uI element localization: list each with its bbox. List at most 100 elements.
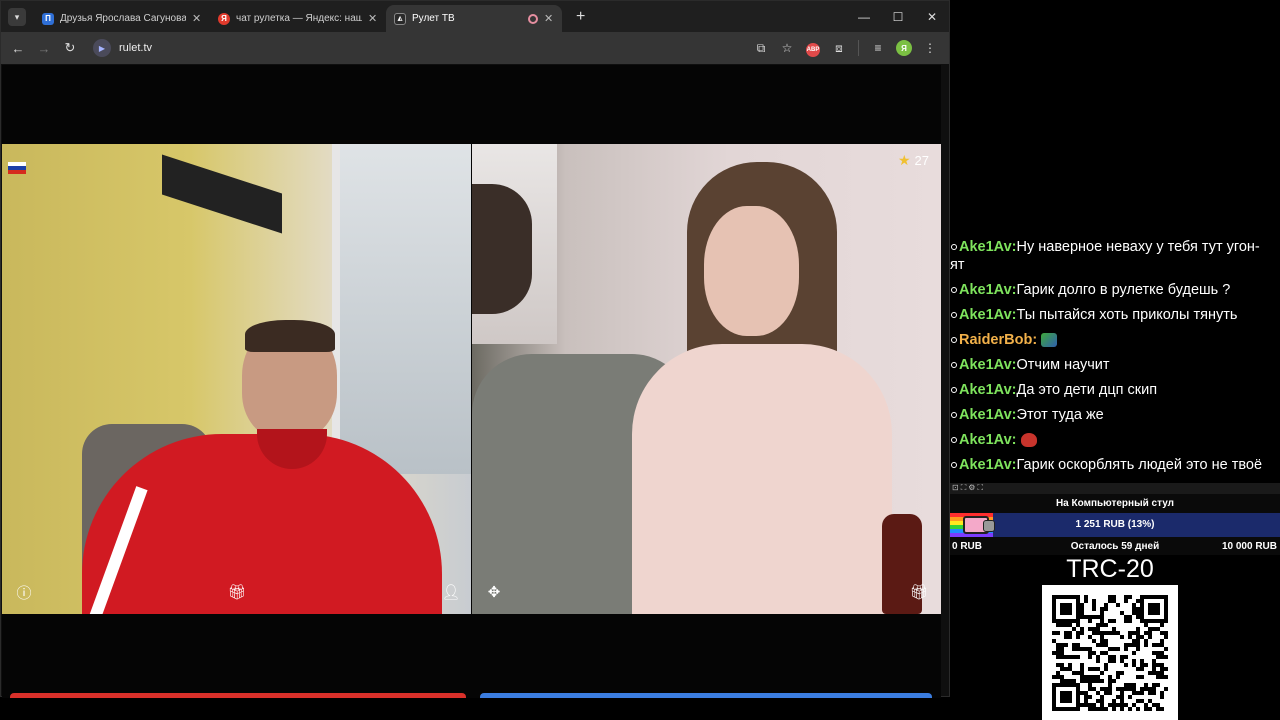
donation-goal-widget: ⊡⛶⚙⛶ На Компьютерный стул 1 251 RUB (13%… (950, 483, 1280, 555)
url-text: rulet.tv (119, 42, 153, 54)
close-tab-icon[interactable]: ✕ (368, 12, 378, 25)
chat-username: Ake1Av (959, 239, 1012, 255)
browser-window: ▾ П Друзья Ярослава Сагунова – З ✕ Я чат… (0, 0, 950, 698)
chat-message: Ake1Av:Гарик долго в рулетке будешь ? (950, 281, 1280, 299)
tab-title: чат рулетка — Яндекс: нашлос (236, 13, 362, 24)
wall-shelf (162, 154, 282, 234)
chat-username: Ake1Av (959, 357, 1012, 373)
rating-count: 27 (914, 153, 929, 168)
tab-favicon: Я (218, 12, 230, 25)
red-emote-icon (1020, 433, 1037, 448)
profile-icon[interactable]: 👤︎ (439, 580, 463, 604)
girl-cardigan (632, 344, 892, 614)
chat-username: Ake1Av (959, 457, 1012, 473)
chat-text: Да это дети дцп скип (1016, 382, 1158, 398)
tab-title: Рулет ТВ (412, 13, 455, 24)
bullet-icon (951, 244, 957, 250)
next-button[interactable] (480, 693, 932, 698)
reload-icon[interactable]: ↻ (57, 40, 83, 56)
stop-button[interactable] (10, 693, 466, 698)
window-frame (332, 144, 471, 474)
person-hair (245, 320, 335, 352)
goal-max: 10 000 RUB (1221, 541, 1277, 552)
qr-code-graphic (1052, 595, 1168, 711)
bullet-icon (951, 362, 957, 368)
chat-username: Ake1Av (959, 382, 1012, 398)
window-controls: — ☐ ✕ (847, 1, 949, 32)
tab-strip: ▾ П Друзья Ярослава Сагунова – З ✕ Я чат… (1, 1, 949, 32)
tab-favicon: ◭ (394, 12, 406, 25)
chat-text: Этот туда же (1016, 407, 1104, 423)
goal-title: На Компьютерный стул (1055, 498, 1175, 509)
chat-text: Ты пытайся хоть приколы тянуть (1016, 307, 1238, 323)
chat-username: Ake1Av (959, 407, 1012, 423)
chat-username: Ake1Av (959, 282, 1012, 298)
chat-text: Гарик долго в рулетке будешь ? (1016, 282, 1231, 298)
goal-amount: 1 251 RUB (13%) (1075, 519, 1155, 530)
recording-icon (528, 13, 538, 24)
site-info-icon[interactable]: ▶ (93, 39, 111, 57)
bullet-icon (951, 462, 957, 468)
close-window-icon[interactable]: ✕ (915, 10, 949, 24)
address-bar[interactable]: ▶ rulet.tv (89, 36, 609, 60)
back-icon[interactable]: ← (5, 41, 31, 56)
gift-icon[interactable]: 🎁︎ (225, 580, 249, 604)
bullet-icon (951, 437, 957, 443)
tab-title: Друзья Ярослава Сагунова – З (60, 13, 186, 24)
chat-message: Ake1Av: (950, 431, 1280, 449)
bullet-icon (951, 287, 957, 293)
green-emote-icon (1041, 333, 1058, 348)
star-icon: ★ (897, 152, 911, 168)
chat-message: Ake1Av:Этот туда же (950, 406, 1280, 424)
forward-icon[interactable]: → (31, 41, 57, 56)
chat-username: RaiderBob (959, 332, 1033, 348)
russia-flag-icon (8, 162, 26, 174)
chat-text: Отчим научит (1016, 357, 1110, 373)
close-tab-icon[interactable]: ✕ (192, 12, 202, 25)
minimize-icon[interactable]: — (847, 10, 881, 24)
donation-label: TRC-20 (1066, 555, 1154, 583)
report-icon[interactable]: ⓘ (12, 580, 36, 604)
chat-message: RaiderBob: (950, 331, 1280, 349)
gamepad-icon[interactable]: ✥ (482, 580, 506, 604)
new-tab-button[interactable]: + (576, 8, 585, 26)
qr-code (1042, 585, 1178, 720)
stream-chat: Ake1Av: Ну наверное неваху у тебя тут уго… (950, 238, 1280, 481)
chat-message: Ake1Av:Да это дети дцп скип (950, 381, 1280, 399)
cast-icon[interactable]: ⧉ (750, 41, 772, 56)
girl-face (704, 206, 799, 336)
extensions-icon[interactable]: ⧈ (828, 41, 850, 56)
widget-icons: ⊡⛶⚙⛶ (950, 483, 1280, 494)
partner-video: ★ 27 ✥ 🎁︎ (472, 144, 941, 614)
adblock-icon[interactable]: ABP (802, 40, 824, 57)
chat-message: Ake1Av:Ты пытайся хоть приколы тянуть (950, 306, 1280, 324)
maximize-icon[interactable]: ☐ (881, 10, 915, 24)
toolbar-actions: ⧉ ☆ ABP ⧈ ≡ Я ⋮ (750, 32, 941, 64)
rating-badge: ★ 27 (898, 152, 929, 169)
chat-text: Гарик оскорблять людей это не твоё (1016, 457, 1263, 473)
chat-username: Ake1Av (959, 432, 1012, 448)
gift-icon[interactable]: 🎁︎ (907, 580, 931, 604)
self-video: ⓘ 🎁︎ 👤︎ (2, 144, 471, 614)
profile-avatar[interactable]: Я (893, 40, 915, 57)
tab-friends[interactable]: П Друзья Ярослава Сагунова – З ✕ (34, 5, 210, 32)
chat-message: Ake1Av:Ну наверное неваху у тебя тут уго… (950, 239, 1260, 273)
bookmark-star-icon[interactable]: ☆ (776, 41, 798, 55)
screen: ▾ П Друзья Ярослава Сагунова – З ✕ Я чат… (0, 0, 1280, 720)
chat-text-continued: ят (950, 257, 965, 273)
media-control-icon[interactable]: ≡ (867, 41, 889, 55)
page-viewport: ⓘ 🎁︎ 👤︎ ★ 27 ✥ 🎁︎ (2, 65, 941, 698)
tab-search-button[interactable]: ▾ (8, 8, 26, 26)
browser-toolbar: ← → ↻ ▶ rulet.tv ⧉ ☆ ABP ⧈ ≡ Я ⋮ (1, 32, 949, 64)
tab-favicon: П (42, 12, 54, 25)
chat-message: Ake1Av:Гарик оскорблять людей это не тво… (950, 456, 1280, 474)
close-tab-icon[interactable]: ✕ (544, 12, 554, 25)
chat-text: Ну наверное неваху у тебя тут угон- (1016, 239, 1260, 255)
chat-username: Ake1Av (959, 307, 1012, 323)
menu-kebab-icon[interactable]: ⋮ (919, 41, 941, 55)
bullet-icon (951, 412, 957, 418)
toolbar-divider (858, 40, 859, 56)
tab-rulet-tv[interactable]: ◭ Рулет ТВ ✕ (386, 5, 562, 32)
tab-yandex-search[interactable]: Я чат рулетка — Яндекс: нашлос ✕ (210, 5, 386, 32)
bullet-icon (951, 387, 957, 393)
